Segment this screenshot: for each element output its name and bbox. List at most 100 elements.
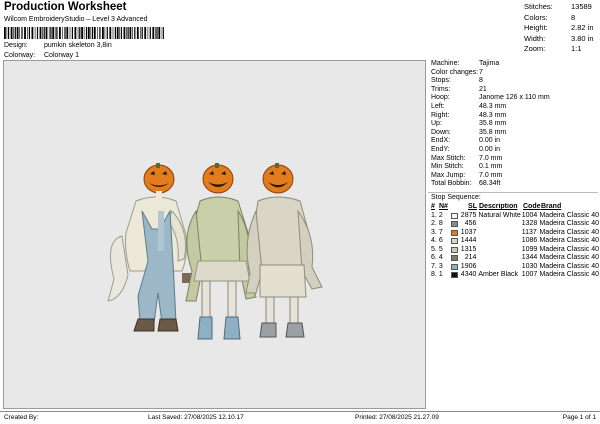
stat-value: 2.82 in — [571, 23, 594, 32]
thread-code: 1315 — [460, 245, 477, 253]
info-label: Up: — [431, 120, 442, 128]
info-label: Color changes: — [431, 68, 479, 76]
figure-middle — [185, 163, 257, 340]
info-value: 0.1 mm — [479, 163, 503, 171]
info-label: Max Stitch: — [431, 154, 466, 162]
info-row: Max Jump: 7.0 mm — [431, 172, 597, 181]
printed-date: Printed: 27/08/2025 21.27.09 — [355, 414, 439, 421]
brand-name: Madeira Classic 40 — [539, 220, 599, 227]
thread-code: 1906 — [460, 262, 477, 270]
brand-code: 1007 — [521, 271, 538, 278]
info-label: Trims: — [431, 85, 451, 93]
col-num: # — [431, 203, 435, 210]
info-row: Max Stitch: 7.0 mm — [431, 155, 597, 164]
info-label: Machine: — [431, 60, 460, 67]
design-value: pumkin skeleton 3,8in — [44, 42, 112, 49]
stat-label: Width: — [524, 33, 546, 43]
brand-code: 1030 — [521, 262, 538, 270]
info-row: Stops: 8 — [431, 77, 597, 86]
info-value: Tajima — [479, 60, 500, 67]
stat-label: Zoom: — [524, 44, 546, 53]
table-header: # N# SL Description Code Brand — [431, 203, 599, 212]
info-row: Color changes: 7 — [431, 69, 597, 78]
info-label: Right: — [431, 111, 450, 119]
thread-code: 2875 — [460, 211, 477, 219]
col-n: N# — [439, 203, 448, 210]
stat-label: Stitches: — [524, 2, 553, 11]
figure-right — [245, 163, 323, 338]
info-label: Left: — [431, 102, 445, 110]
needle-number: 8 — [438, 220, 443, 227]
thread-code: 4340 — [460, 271, 477, 278]
page-title: Production Worksheet — [4, 1, 127, 13]
info-row: Down: 35.8 mm — [431, 129, 597, 138]
brand-code: 1344 — [521, 254, 538, 261]
needle-number: 3 — [438, 262, 443, 270]
stop-sequence-table: # N# SL Description Code Brand 1. 2 2875 Na… — [431, 203, 599, 280]
app-subtitle: Wilcom EmbroideryStudio – Level 3 Advanc… — [4, 16, 148, 23]
col-sl: SL — [468, 203, 477, 210]
needle-number: 6 — [438, 237, 443, 244]
design-row: Design: pumkin skeleton 3,8in — [4, 42, 112, 49]
color-swatch — [450, 221, 458, 228]
thread-code: 1444 — [460, 237, 477, 244]
needle-number: 1 — [438, 271, 443, 278]
brand-name: Madeira Classic 40 — [539, 228, 599, 236]
info-value: 35.8 mm — [479, 120, 507, 128]
info-label: Stops: — [431, 77, 451, 85]
page-number: Page 1 of 1 — [562, 414, 596, 421]
table-row: 8. 1 4340 Amber Black 1007 Madeira Classic 40 — [431, 271, 599, 280]
row-number: 6. — [431, 254, 437, 261]
info-row: Min Stitch: 0.1 mm — [431, 163, 597, 172]
info-label: Min Stitch: — [431, 163, 464, 171]
table-row: 2. 8 456 1328 Madeira Classic 40 — [431, 220, 599, 229]
stat-row: Stitches: 13589 — [524, 2, 595, 13]
stat-value: 8 — [571, 12, 576, 22]
table-row: 3. 7 1037 1137 Madeira Classic 40 — [431, 229, 599, 238]
thread-code: 214 — [464, 254, 477, 261]
colorway-row: Colorway: Colorway 1 — [4, 52, 79, 59]
machine-info: Machine: Tajima Color changes: 7 Stops: 8 Trim… — [431, 60, 597, 189]
row-number: 4. — [431, 237, 437, 244]
info-value: 7.0 mm — [479, 171, 503, 179]
thread-description: Natural White — [478, 211, 521, 219]
col-swatch — [451, 203, 458, 209]
table-row: 6. 4 214 1344 Madeira Classic 40 — [431, 254, 599, 263]
info-value: 48.3 mm — [479, 102, 507, 110]
created-by: Created By: — [4, 414, 39, 421]
info-row: Right: 48.3 mm — [431, 112, 597, 121]
stat-label: Colors: — [524, 12, 548, 22]
info-row: Trims: 21 — [431, 86, 597, 95]
brand-code: 1137 — [521, 228, 537, 236]
info-row: Machine: Tajima — [431, 60, 597, 69]
info-value: Janome 126 x 110 mm — [479, 94, 550, 102]
col-description: Description — [479, 203, 518, 210]
info-value: 8 — [479, 77, 483, 85]
color-swatch — [450, 238, 458, 245]
row-number: 2. — [431, 220, 437, 227]
info-label: EndX: — [431, 137, 451, 145]
stat-row: Width: 3.80 in — [524, 34, 595, 45]
stat-value: 1:1 — [571, 44, 582, 53]
brand-code: 1099 — [521, 245, 538, 253]
brand-name: Madeira Classic 40 — [539, 254, 599, 261]
figure-left — [107, 163, 192, 332]
needle-number: 2 — [438, 211, 443, 219]
info-label: EndY: — [431, 145, 450, 153]
footer-bar: Created By: Last Saved: 27/08/2025 12.10… — [0, 411, 600, 424]
stat-label: Height: — [524, 23, 548, 32]
table-row: 1. 2 2875 Natural White 1004 Madeira Classic … — [431, 212, 599, 221]
stat-row: Colors: 8 — [524, 13, 595, 24]
row-number: 7. — [431, 262, 437, 270]
brand-name: Madeira Classic 40 — [539, 245, 599, 253]
brand-code: 1328 — [521, 220, 538, 227]
color-swatch — [450, 272, 458, 279]
color-swatch — [450, 212, 458, 219]
row-number: 1. — [431, 211, 437, 219]
thread-description: Amber Black — [478, 271, 519, 278]
needle-number: 7 — [438, 228, 443, 236]
stat-value: 13589 — [571, 2, 592, 11]
design-preview — [3, 60, 426, 409]
color-swatch — [450, 255, 458, 262]
info-value: 21 — [479, 85, 487, 93]
